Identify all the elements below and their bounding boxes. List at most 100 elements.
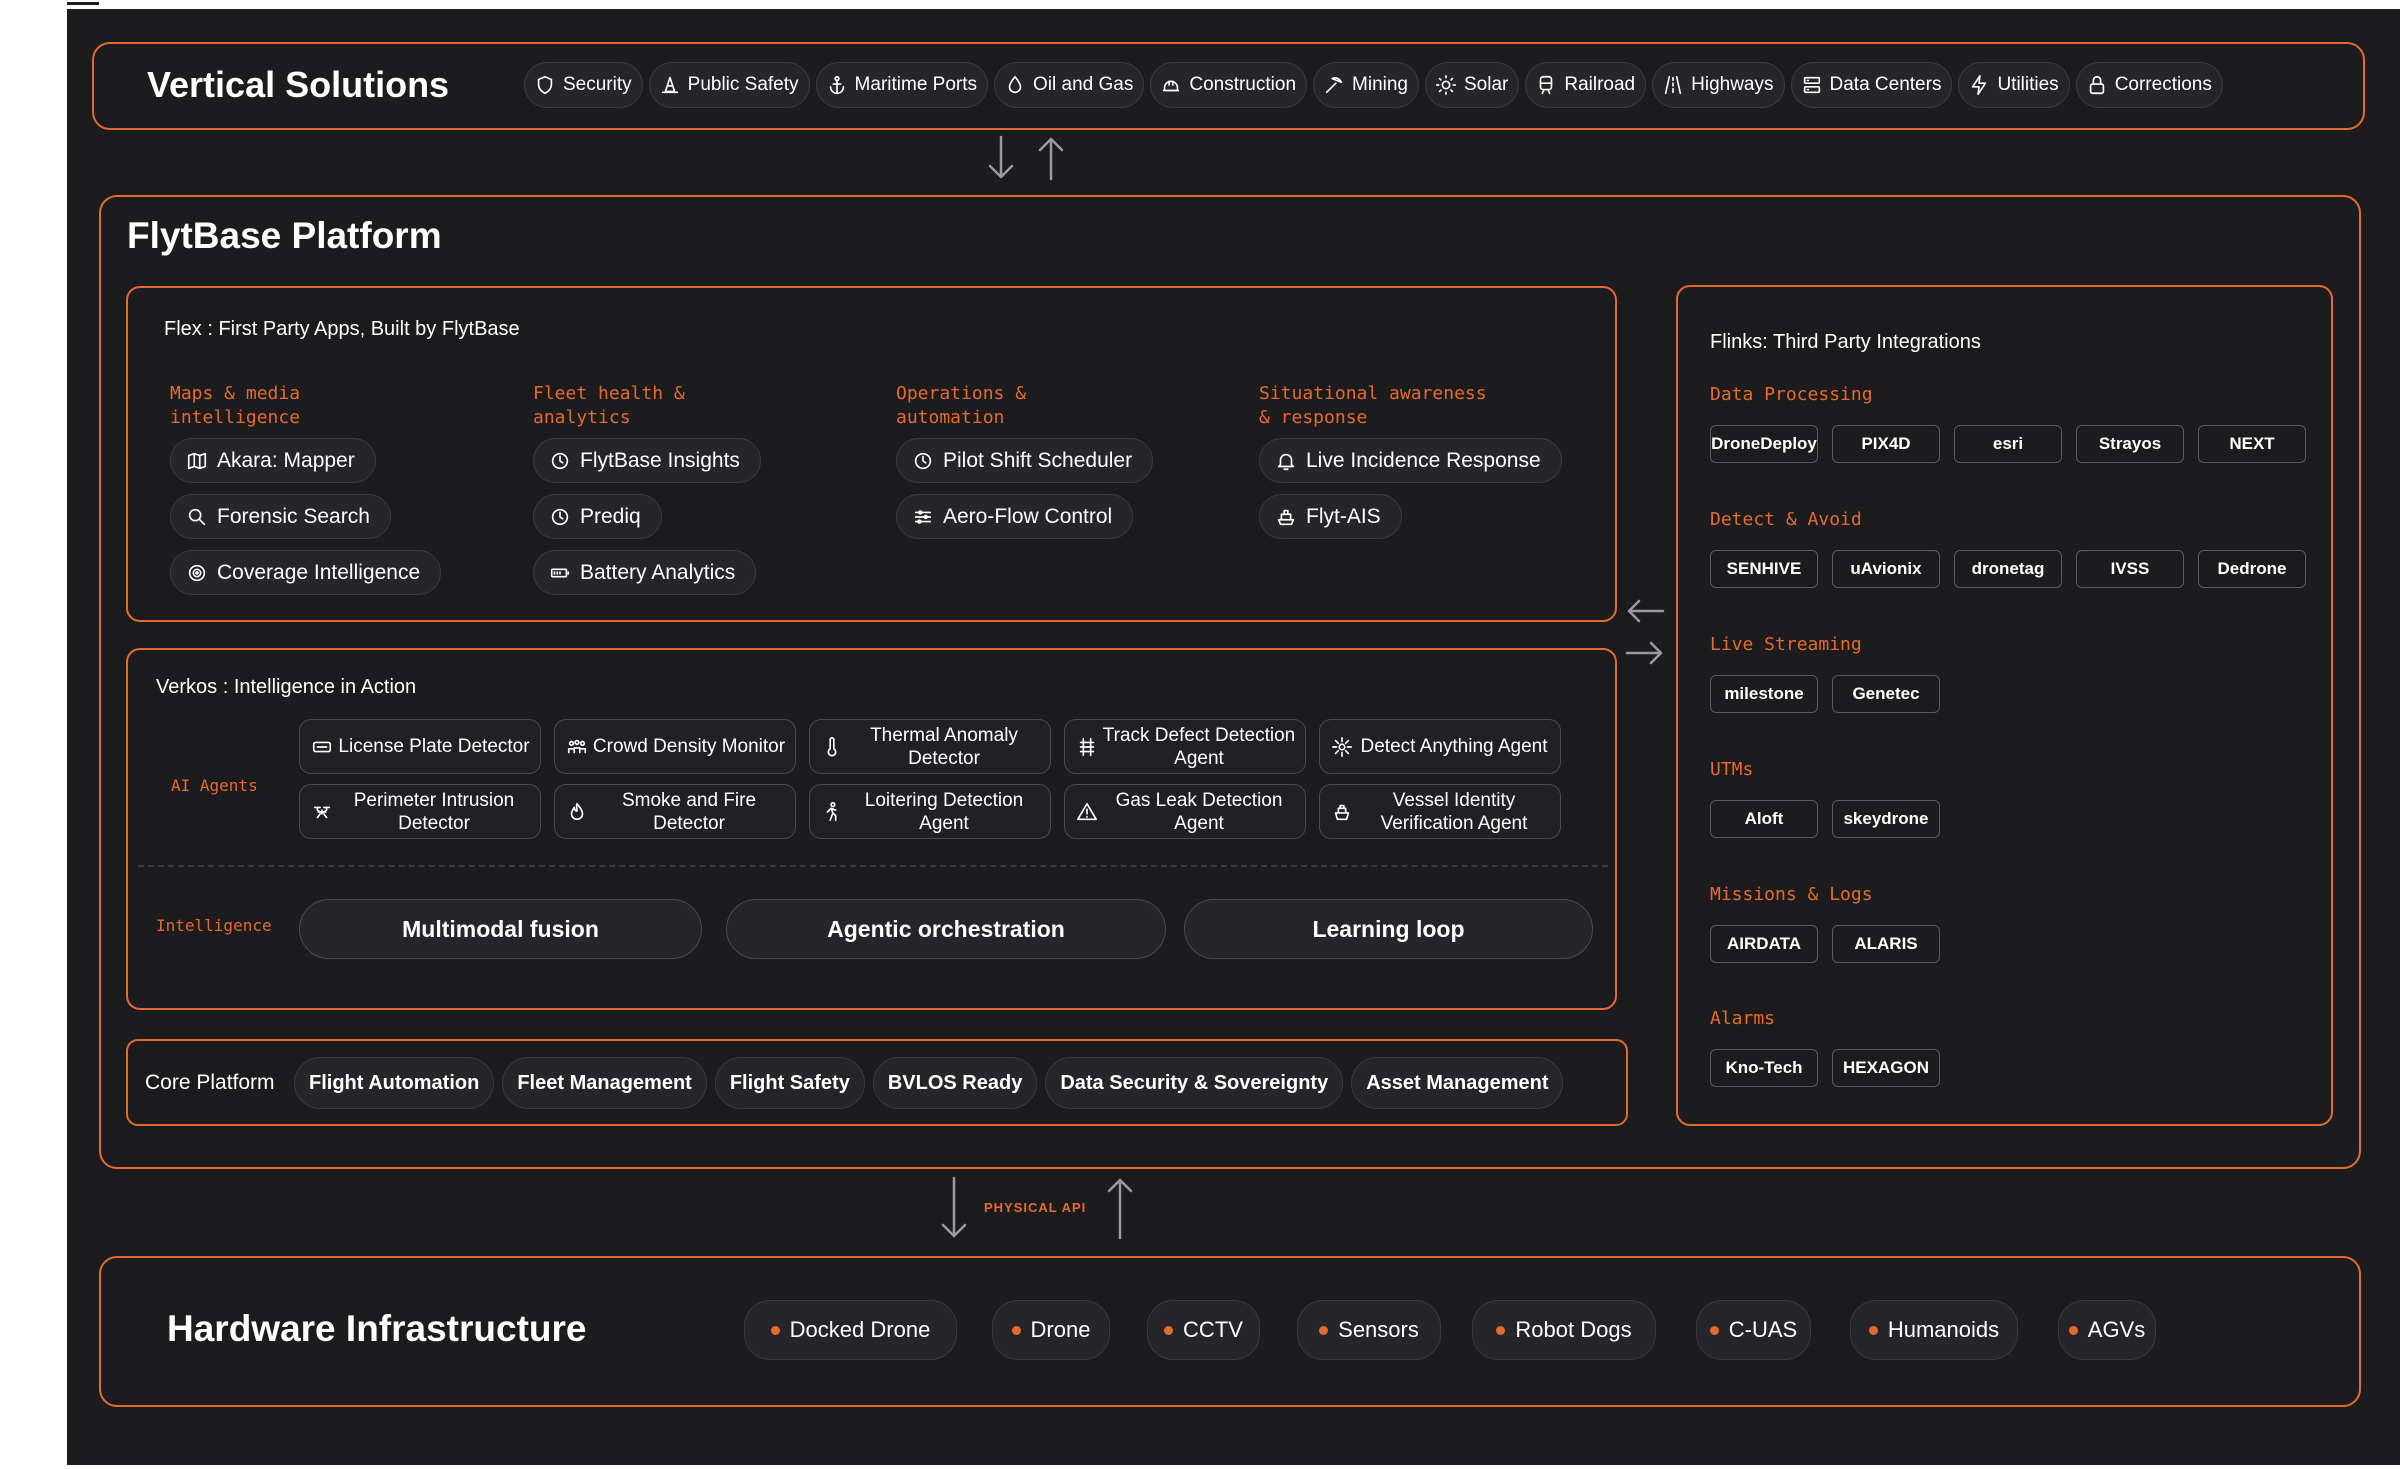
logo-pix4d[interactable]: PIX4D bbox=[1832, 425, 1940, 463]
logo-airdata[interactable]: AIRDATA bbox=[1710, 925, 1818, 963]
status-dot bbox=[2068, 1325, 2078, 1335]
agent-label: Thermal Anomaly Detector bbox=[870, 724, 1018, 769]
flex-app-aero-flow-control[interactable]: Aero-Flow Control bbox=[896, 494, 1134, 539]
flex-app-flyt-ais[interactable]: Flyt-AIS bbox=[1259, 494, 1402, 539]
status-dot bbox=[1496, 1325, 1506, 1335]
logo-strayos[interactable]: Strayos bbox=[2076, 425, 2184, 463]
core-chip-fleet-management[interactable]: Fleet Management bbox=[502, 1057, 707, 1109]
logo-text: DroneDeploy bbox=[1711, 434, 1817, 453]
verkos-title: Verkos : Intelligence in Action bbox=[156, 676, 417, 698]
flex-group-title: Situational awareness & response bbox=[1259, 383, 1487, 428]
agent-vessel-identity-verification-agent[interactable]: Vessel Identity Verification Agent bbox=[1319, 784, 1561, 839]
core-chip-flight-safety[interactable]: Flight Safety bbox=[714, 1057, 865, 1109]
core-chip-asset-management[interactable]: Asset Management bbox=[1351, 1057, 1564, 1109]
logo-kno-tech[interactable]: Kno-Tech bbox=[1710, 1049, 1818, 1087]
flex-app-pilot-shift-scheduler[interactable]: Pilot Shift Scheduler bbox=[896, 438, 1154, 483]
core-chip-bvlos-ready[interactable]: BVLOS Ready bbox=[872, 1057, 1038, 1109]
flex-panel: Flex : First Party Apps, Built by FlytBa… bbox=[126, 286, 1617, 622]
core-chip-flight-automation[interactable]: Flight Automation bbox=[294, 1057, 495, 1109]
logo-alaris[interactable]: ALARIS bbox=[1832, 925, 1940, 963]
clock-icon bbox=[548, 505, 572, 529]
flex-app-live-incidence-response[interactable]: Live Incidence Response bbox=[1259, 438, 1562, 483]
flex-app-coverage-intelligence[interactable]: Coverage Intelligence bbox=[170, 550, 442, 595]
anchor-icon bbox=[825, 73, 849, 97]
down-arrow-icon bbox=[984, 133, 1018, 188]
flex-app-label: FlytBase Insights bbox=[580, 448, 740, 472]
core-chip-data-security-sovereignty[interactable]: Data Security & Sovereignty bbox=[1045, 1057, 1344, 1109]
flex-app-forensic-search[interactable]: Forensic Search bbox=[170, 494, 391, 539]
flex-app-flytbase-insights[interactable]: FlytBase Insights bbox=[533, 438, 761, 483]
ai-agents-label: AI Agents bbox=[171, 776, 258, 795]
vertical-chip-solar[interactable]: Solar bbox=[1425, 62, 1520, 108]
vertical-chip-oil-and-gas[interactable]: Oil and Gas bbox=[994, 62, 1145, 108]
logo-dronetag[interactable]: dronetag bbox=[1954, 550, 2062, 588]
flinks-category-title: Alarms bbox=[1710, 1008, 1776, 1029]
logo-ivss[interactable]: IVSS bbox=[2076, 550, 2184, 588]
vertical-chip-label: Corrections bbox=[2114, 74, 2212, 95]
target-icon bbox=[185, 561, 209, 585]
logo-dedrone[interactable]: Dedrone bbox=[2198, 550, 2306, 588]
top-line bbox=[67, 2, 99, 5]
logo-milestone[interactable]: milestone bbox=[1710, 675, 1818, 713]
logo-genetec[interactable]: Genetec bbox=[1832, 675, 1940, 713]
logo-hexagon[interactable]: HEXAGON bbox=[1832, 1049, 1940, 1087]
agent-thermal-anomaly-detector[interactable]: Thermal Anomaly Detector bbox=[809, 719, 1051, 774]
agent-crowd-density-monitor[interactable]: Crowd Density Monitor bbox=[554, 719, 796, 774]
core-chip-label: BVLOS Ready bbox=[887, 1071, 1023, 1094]
logo-uavionix[interactable]: uAvionix bbox=[1832, 550, 1940, 588]
vertical-chip-railroad[interactable]: Railroad bbox=[1525, 62, 1647, 108]
agent-perimeter-intrusion-detector[interactable]: Perimeter Intrusion Detector bbox=[299, 784, 541, 839]
hardware-chip-docked-drone[interactable]: Docked Drone bbox=[744, 1300, 957, 1360]
flex-app-label: Coverage Intelligence bbox=[217, 560, 421, 584]
hardware-chip-sensors[interactable]: Sensors bbox=[1297, 1300, 1441, 1360]
agent-detect-anything-agent[interactable]: Detect Anything Agent bbox=[1319, 719, 1561, 774]
intelligence-agentic-orchestration[interactable]: Agentic orchestration bbox=[726, 899, 1166, 959]
bell-icon bbox=[1274, 449, 1298, 473]
agent-loitering-detection-agent[interactable]: Loitering Detection Agent bbox=[809, 784, 1051, 839]
vertical-chip-corrections[interactable]: Corrections bbox=[2075, 62, 2223, 108]
logo-dronedeploy[interactable]: DroneDeploy bbox=[1710, 425, 1818, 463]
vertical-chip-security[interactable]: Security bbox=[524, 62, 643, 108]
hardware-chip-robot-dogs[interactable]: Robot Dogs bbox=[1472, 1300, 1656, 1360]
vertical-chip-utilities[interactable]: Utilities bbox=[1958, 62, 2070, 108]
hardware-chip-drone[interactable]: Drone bbox=[992, 1300, 1110, 1360]
vertical-chip-highways[interactable]: Highways bbox=[1652, 62, 1785, 108]
hardware-chip-humanoids[interactable]: Humanoids bbox=[1850, 1300, 2018, 1360]
agent-smoke-and-fire-detector[interactable]: Smoke and Fire Detector bbox=[554, 784, 796, 839]
flex-app-akara-mapper[interactable]: Akara: Mapper bbox=[170, 438, 376, 483]
agent-label: Loitering Detection Agent bbox=[864, 789, 1024, 834]
logo-next[interactable]: NEXT bbox=[2198, 425, 2306, 463]
hardware-chip-cctv[interactable]: CCTV bbox=[1147, 1300, 1260, 1360]
logo-aloft[interactable]: Aloft bbox=[1710, 800, 1818, 838]
flex-app-label: Aero-Flow Control bbox=[943, 504, 1113, 528]
core-chip-label: Asset Management bbox=[1366, 1071, 1549, 1094]
vertical-chip-maritime-ports[interactable]: Maritime Ports bbox=[815, 62, 989, 108]
vertical-chip-construction[interactable]: Construction bbox=[1150, 62, 1308, 108]
agent-track-defect-detection-agent[interactable]: Track Defect Detection Agent bbox=[1064, 719, 1306, 774]
flex-app-prediq[interactable]: Prediq bbox=[533, 494, 662, 539]
logo-text: skeydrone bbox=[1843, 809, 1929, 828]
hardware-panel: Hardware Infrastructure Docked Drone Dron… bbox=[99, 1256, 2361, 1407]
flame-icon bbox=[565, 800, 589, 824]
hardware-chip-c-uas[interactable]: C-UAS bbox=[1696, 1300, 1811, 1360]
search-icon bbox=[185, 505, 209, 529]
agent-license-plate-detector[interactable]: License Plate Detector bbox=[299, 719, 541, 774]
hardware-chip-agvs[interactable]: AGVs bbox=[2058, 1300, 2156, 1360]
vertical-chip-public-safety[interactable]: Public Safety bbox=[648, 62, 810, 108]
vertical-chip-mining[interactable]: Mining bbox=[1313, 62, 1419, 108]
intelligence-multimodal-fusion[interactable]: Multimodal fusion bbox=[299, 899, 702, 959]
logo-esri[interactable]: esri bbox=[1954, 425, 2062, 463]
logo-skeydrone[interactable]: skeydrone bbox=[1832, 800, 1940, 838]
vertical-chip-data-centers[interactable]: Data Centers bbox=[1790, 62, 1953, 108]
flex-app-battery-analytics[interactable]: Battery Analytics bbox=[533, 550, 757, 595]
agent-gas-leak-detection-agent[interactable]: Gas Leak Detection Agent bbox=[1064, 784, 1306, 839]
logo-senhive[interactable]: SENHIVE bbox=[1710, 550, 1818, 588]
right-arrow-icon bbox=[1623, 638, 1667, 673]
logo-text: Genetec bbox=[1852, 684, 1920, 703]
track-icon bbox=[1075, 735, 1099, 759]
core-platform-panel: Core Platform Flight Automation Fleet Man… bbox=[126, 1039, 1628, 1126]
hardware-chip-label: Humanoids bbox=[1887, 1317, 2000, 1342]
logo-text: milestone bbox=[1724, 684, 1804, 703]
intelligence-learning-loop[interactable]: Learning loop bbox=[1184, 899, 1593, 959]
drone-icon bbox=[310, 800, 334, 824]
